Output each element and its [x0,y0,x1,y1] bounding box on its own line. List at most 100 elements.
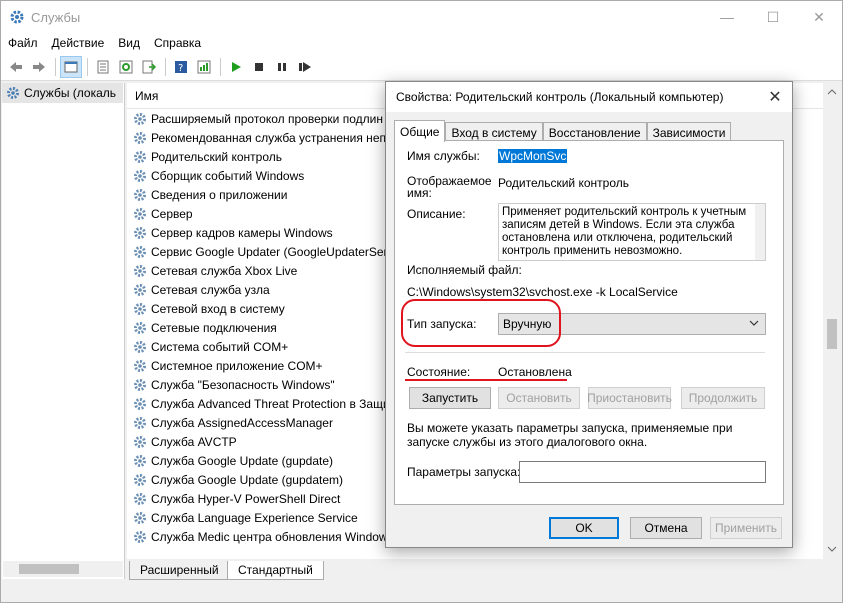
divider [405,352,765,353]
close-icon[interactable]: ✕ [764,86,786,108]
cancel-button[interactable]: Отмена [630,517,702,539]
gear-icon [134,359,146,372]
menu-action[interactable]: Действие [45,36,112,50]
service-name: Служба AVCTP [151,434,237,449]
console-tree: Службы (локаль [2,83,125,579]
view-icon[interactable] [193,56,215,78]
service-name: Сервер кадров камеры Windows [151,225,333,240]
forward-icon[interactable] [28,56,50,78]
close-button[interactable]: ✕ [796,1,842,33]
tab-general[interactable]: Общие [394,120,446,142]
toolbar-divider [55,57,56,76]
gear-icon [134,492,146,505]
start-button[interactable]: Запустить [409,387,491,409]
menu-view[interactable]: Вид [111,36,147,50]
menu-bar: Файл Действие Вид Справка [1,33,842,53]
gear-icon [134,131,146,144]
play-icon[interactable] [225,56,247,78]
properties-icon[interactable] [92,56,114,78]
scroll-thumb[interactable] [827,319,837,349]
tree-item-label: Службы (локаль [24,86,117,100]
tab-extended[interactable]: Расширенный [129,561,230,580]
gear-icon [134,416,146,429]
gear-icon [134,264,146,277]
dialog-title: Свойства: Родительский контроль (Локальн… [386,82,792,112]
service-name: Служба AssignedAccessManager [151,415,333,430]
help-icon[interactable]: ? [170,56,192,78]
minimize-button[interactable]: — [704,1,750,33]
exe-label: Исполняемый файл: [407,263,522,277]
service-name: Сетевая служба Xbox Live [151,263,298,278]
stop-icon[interactable] [248,56,270,78]
startup-params-hint: Вы можете указать параметры запуска, при… [407,421,733,449]
gear-icon [134,340,146,353]
menu-help[interactable]: Справка [147,36,208,50]
state-value: Остановлена [498,365,572,379]
gear-icon [134,511,146,524]
scroll-up-icon[interactable] [827,89,837,95]
gear-icon [134,207,146,220]
gear-icon [134,283,146,296]
description-scrollbar[interactable] [755,204,765,260]
service-name: Сборщик событий Windows [151,168,305,183]
service-name: Служба Google Update (gupdatem) [151,472,343,487]
view-tabs: Расширенный Стандартный [127,561,841,581]
service-name: Служба "Безопасность Windows" [151,377,335,392]
back-icon[interactable] [5,56,27,78]
tab-standard[interactable]: Стандартный [227,561,324,580]
window-title: Службы [31,9,81,25]
pause-icon[interactable] [271,56,293,78]
tree-item-services[interactable]: Службы (локаль [2,83,123,103]
startup-params-input[interactable] [519,461,766,483]
tab-recovery[interactable]: Восстановление [542,122,647,142]
service-name: Система событий COM+ [151,339,289,354]
refresh-icon[interactable] [115,56,137,78]
highlight-underline [405,379,567,381]
ok-button[interactable]: OK [549,517,619,539]
pause-button[interactable]: Приостановить [587,387,672,409]
gear-icon [134,397,146,410]
general-panel: Имя службы: WpcMonSvc Отображаемое имя: … [394,140,784,505]
restart-icon[interactable] [294,56,316,78]
toolbar-divider [87,57,88,76]
gear-icon [134,150,146,163]
exe-path[interactable]: C:\Windows\system32\svchost.exe -k Local… [407,285,678,299]
gear-icon [134,245,146,258]
tab-dependencies[interactable]: Зависимости [646,122,732,142]
horizontal-scrollbar[interactable] [3,561,123,577]
state-label: Состояние: [407,365,471,379]
gear-icon [134,473,146,486]
scroll-thumb[interactable] [19,564,79,574]
apply-button[interactable]: Применить [710,517,782,539]
service-name: Сведения о приложении [151,187,288,202]
gear-icon [134,530,146,543]
export-icon[interactable] [138,56,160,78]
title-bar: Службы — ☐ ✕ [1,1,842,33]
service-name: Служба Medic центра обновления Window [151,529,388,544]
scroll-down-icon[interactable] [827,546,837,552]
display-name-label-2: имя: [407,186,432,200]
vertical-scrollbar[interactable] [823,83,841,559]
gear-icon [134,169,146,182]
service-name: Сервис Google Updater (GoogleUpdaterServ [151,244,394,259]
description-value: Применяет родительский контроль к учетны… [502,206,747,257]
service-name: Сетевая служба узла [151,282,270,297]
console-tree-icon[interactable] [60,55,82,78]
properties-dialog: Свойства: Родительский контроль (Локальн… [385,81,793,548]
stop-button[interactable]: Остановить [498,387,580,409]
service-name-value[interactable]: WpcMonSvc [498,149,568,163]
highlight-ellipse [401,299,561,347]
maximize-button[interactable]: ☐ [750,1,796,33]
svg-text:?: ? [178,63,183,74]
menu-file[interactable]: Файл [1,36,45,50]
service-name: Сетевые подключения [151,320,277,335]
gear-icon [134,302,146,315]
resume-button[interactable]: Продолжить [681,387,765,409]
gear-icon [7,87,19,99]
description-text[interactable]: Применяет родительский контроль к учетны… [498,203,766,261]
dialog-tabs: Общие Вход в систему Восстановление Зави… [394,120,732,142]
display-name-value[interactable]: Родительский контроль [498,176,629,190]
tab-logon[interactable]: Вход в систему [445,122,543,142]
description-label: Описание: [407,207,466,221]
startup-params-label: Параметры запуска: [407,465,521,479]
